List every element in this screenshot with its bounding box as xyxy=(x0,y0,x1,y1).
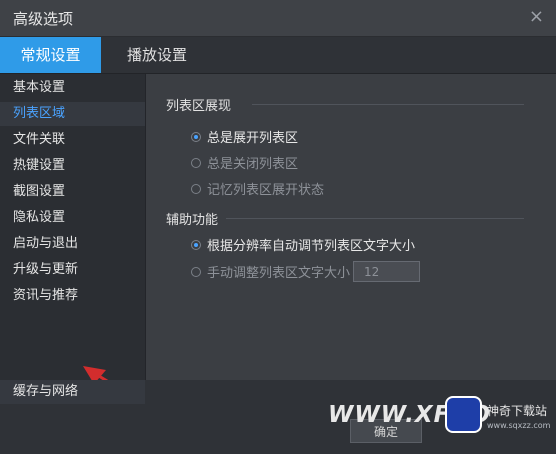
tab-bar: 常规设置 播放设置 xyxy=(0,37,556,74)
option-remember-state[interactable]: 记忆列表区展开状态 xyxy=(207,179,324,198)
option-always-expand[interactable]: 总是展开列表区 xyxy=(207,127,298,146)
radio-remember-state[interactable] xyxy=(191,184,201,194)
watermark-url: www.sqxzz.com xyxy=(487,421,551,430)
sidebar-item-cache-network[interactable]: 缓存与网络 xyxy=(0,380,145,404)
option-always-close[interactable]: 总是关闭列表区 xyxy=(207,153,298,172)
radio-manual-font-size[interactable] xyxy=(191,267,201,277)
radio-always-expand[interactable] xyxy=(191,132,201,142)
title-bar: 高级选项 × xyxy=(0,0,556,37)
close-icon[interactable]: × xyxy=(529,6,544,27)
section-title-list-display: 列表区展现 xyxy=(166,99,232,114)
sidebar-item-news-recommend[interactable]: 资讯与推荐 xyxy=(0,284,145,308)
sidebar-item-file-association[interactable]: 文件关联 xyxy=(0,128,145,152)
sidebar-item-list-area[interactable]: 列表区域 xyxy=(0,102,145,126)
tab-general-settings[interactable]: 常规设置 xyxy=(0,37,101,73)
window-title: 高级选项 xyxy=(13,10,74,28)
option-auto-font-size[interactable]: 根据分辨率自动调节列表区文字大小 xyxy=(207,235,415,254)
sidebar-item-startup-exit[interactable]: 启动与退出 xyxy=(0,232,145,256)
sidebar-item-upgrade-update[interactable]: 升级与更新 xyxy=(0,258,145,282)
option-manual-font-size[interactable]: 手动调整列表区文字大小 xyxy=(207,262,350,281)
radio-always-close[interactable] xyxy=(191,158,201,168)
tab-playback-settings[interactable]: 播放设置 xyxy=(112,37,202,73)
radio-auto-font-size[interactable] xyxy=(191,240,201,250)
section-title-aux: 辅助功能 xyxy=(166,213,219,228)
watermark-logo-icon xyxy=(445,396,482,433)
section-divider xyxy=(226,218,524,219)
font-size-input[interactable]: 12 xyxy=(353,261,420,282)
sidebar-item-basic-settings[interactable]: 基本设置 xyxy=(0,76,145,100)
sidebar-item-hotkey-settings[interactable]: 热键设置 xyxy=(0,154,145,178)
sidebar-item-privacy-settings[interactable]: 隐私设置 xyxy=(0,206,145,230)
watermark-brand: 神奇下载站 xyxy=(487,404,548,418)
section-divider xyxy=(252,104,524,105)
sidebar-item-screenshot-settings[interactable]: 截图设置 xyxy=(0,180,145,204)
